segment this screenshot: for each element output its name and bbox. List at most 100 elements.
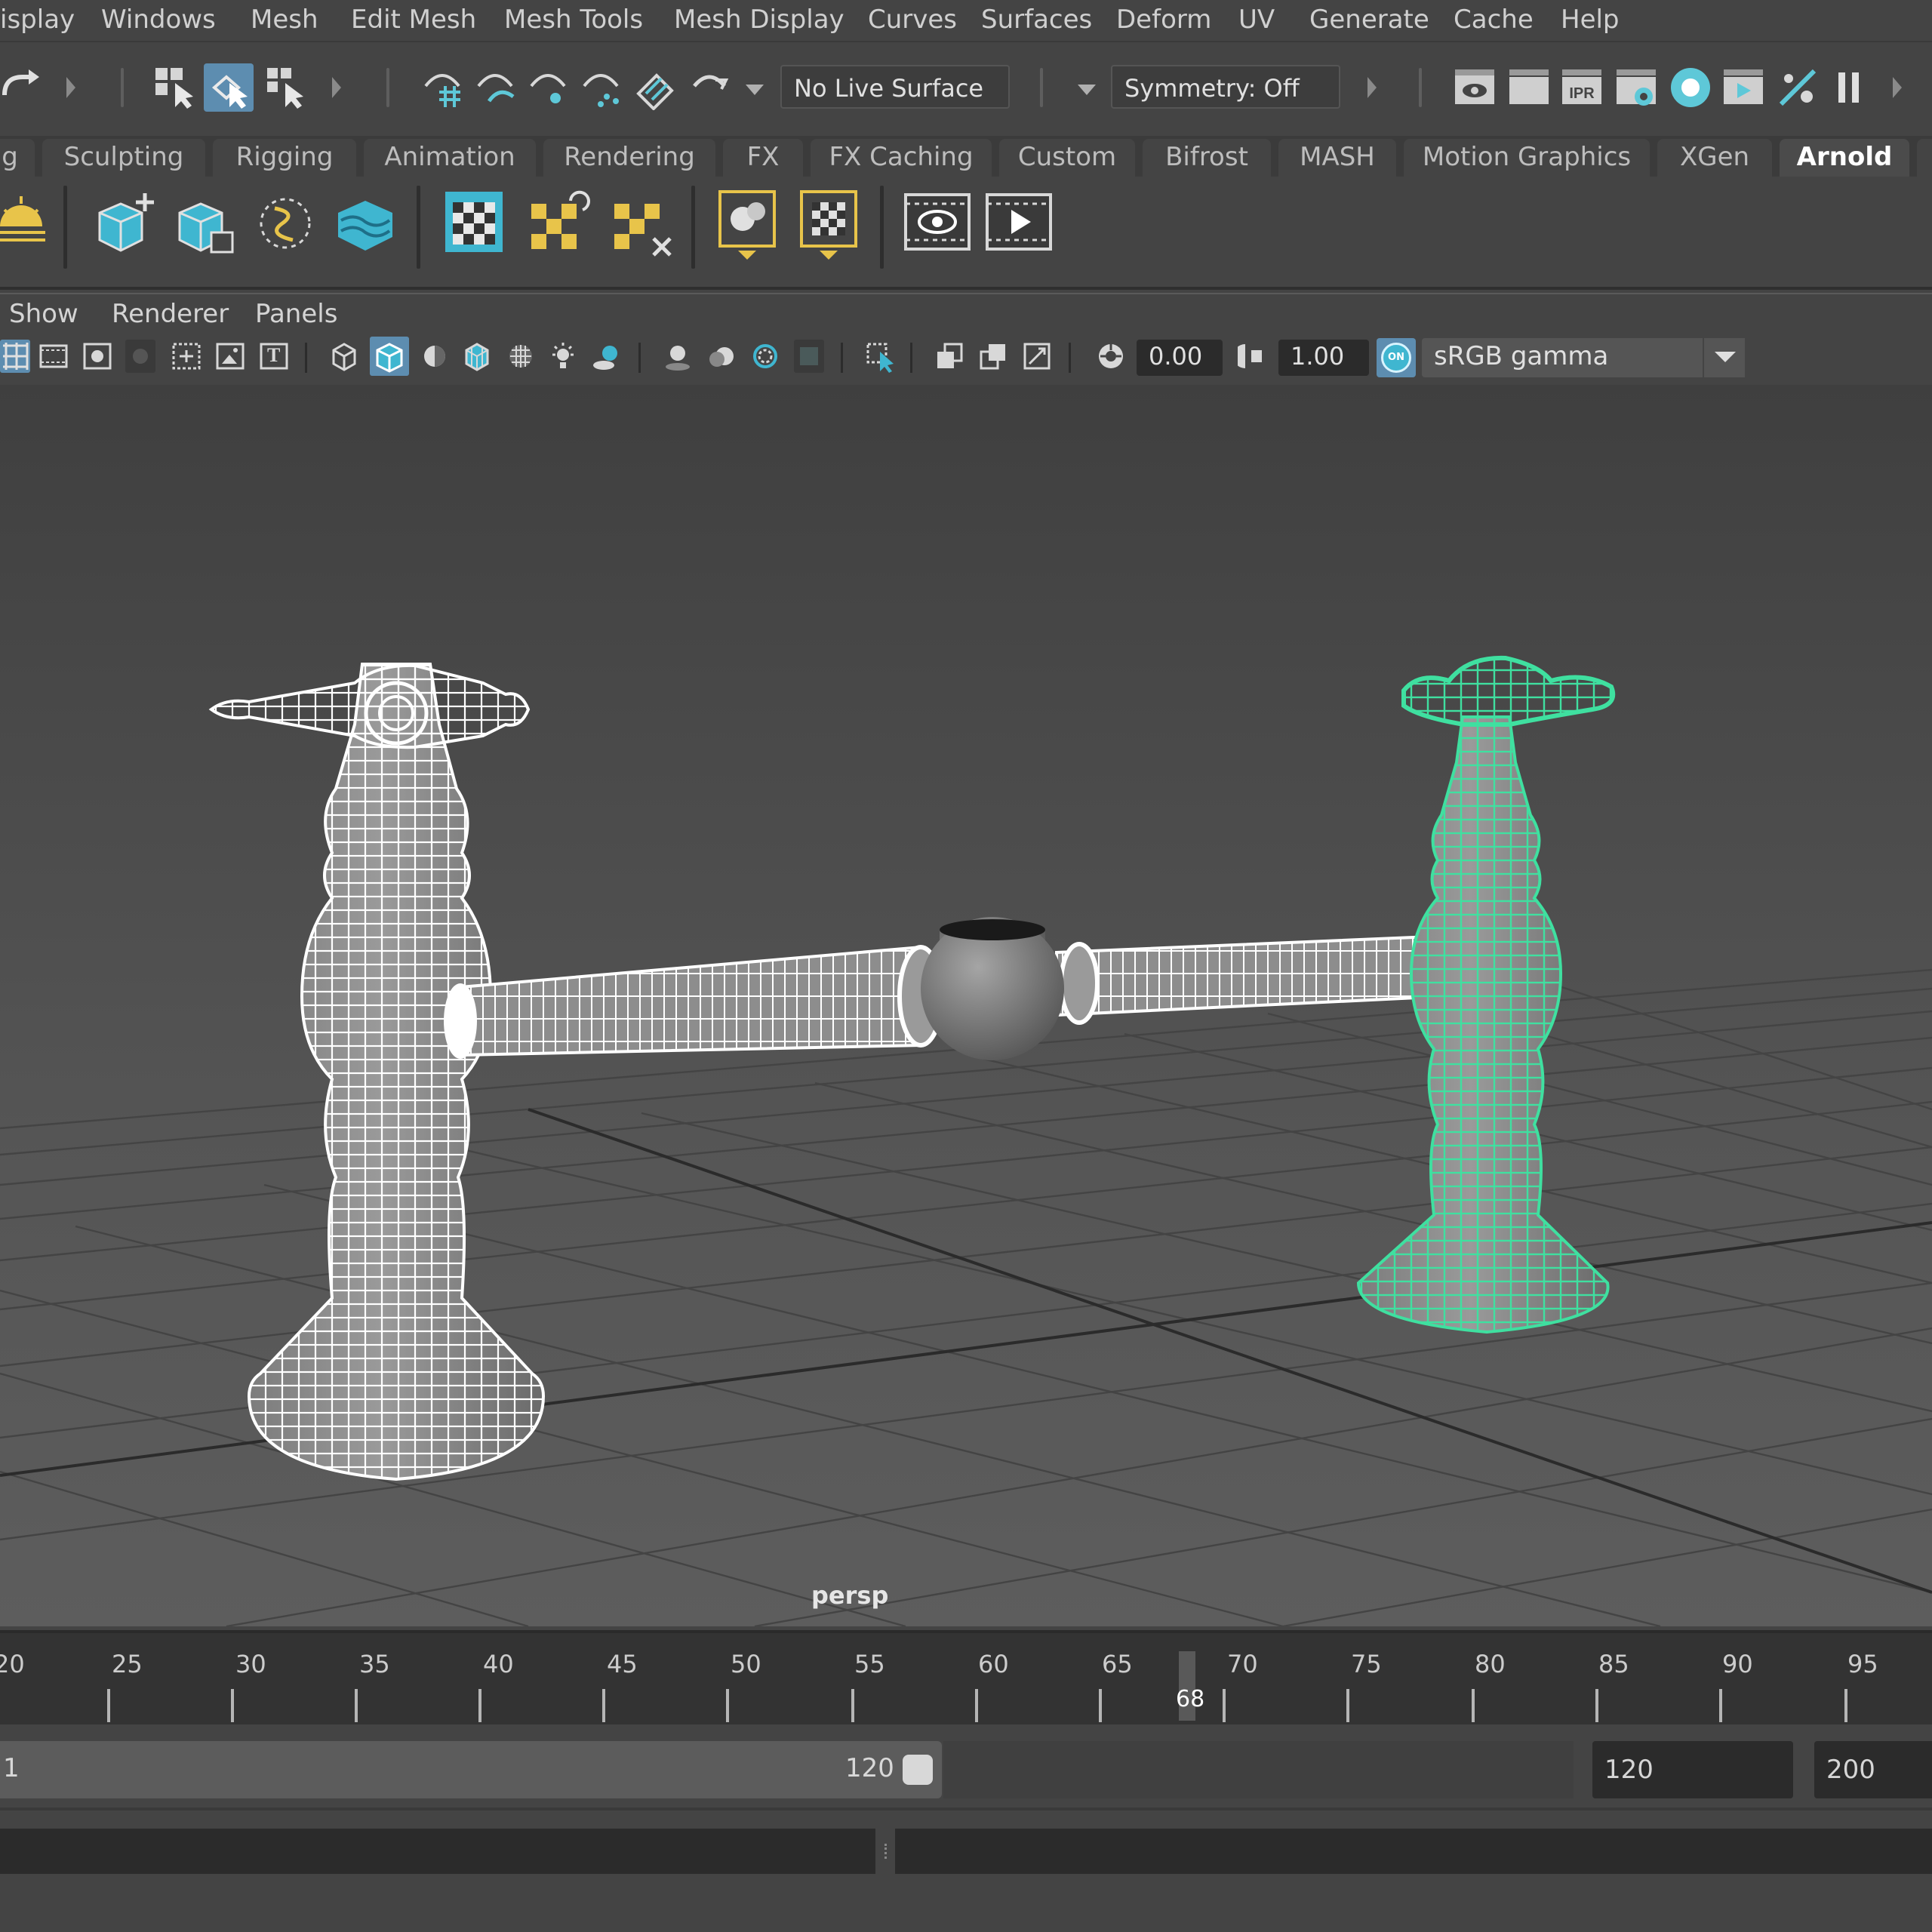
colorspace-dropdown-button[interactable] (1703, 338, 1745, 377)
shadows-icon[interactable] (592, 340, 622, 373)
screen-space-ao-icon[interactable] (663, 340, 693, 373)
motion-blur-icon[interactable] (706, 340, 737, 373)
material-assign-icon[interactable] (717, 189, 780, 264)
snap-curve-icon[interactable] (472, 63, 519, 110)
magnet-icon[interactable] (687, 63, 734, 110)
grid-toggle-button[interactable] (0, 340, 30, 373)
collapse-grip[interactable] (66, 77, 75, 98)
collapse-grip[interactable] (1367, 77, 1377, 98)
max-frame-field[interactable]: 200 (1814, 1741, 1932, 1798)
chevron-down-icon[interactable] (746, 85, 764, 95)
menu-mesh-display[interactable]: Mesh Display (674, 5, 844, 35)
snap-view-plane-icon[interactable] (578, 63, 625, 110)
menu-show[interactable]: Show (9, 299, 78, 329)
safe-action-icon[interactable] (214, 340, 245, 373)
tab-animation[interactable]: Animation (364, 139, 536, 177)
range-slider[interactable]: 1 120 (0, 1741, 942, 1798)
menu-curves[interactable]: Curves (868, 5, 957, 35)
delete-cache-icon[interactable] (610, 189, 678, 261)
select-by-object-button[interactable] (204, 63, 254, 112)
depth-of-field-button[interactable] (794, 340, 824, 373)
menu-mesh-tools[interactable]: Mesh Tools (504, 5, 643, 35)
animation-end-field[interactable]: 120 (1592, 1741, 1793, 1798)
menu-edit-mesh[interactable]: Edit Mesh (351, 5, 476, 35)
snap-point-icon[interactable] (525, 63, 572, 110)
menu-renderer[interactable]: Renderer (112, 299, 229, 329)
select-by-hierarchy-icon[interactable] (152, 65, 198, 110)
gamma-icon[interactable] (1238, 340, 1268, 373)
default-material-icon[interactable] (420, 340, 450, 373)
symmetry-field[interactable]: Symmetry: Off (1111, 65, 1340, 109)
xray-icon[interactable] (934, 340, 964, 373)
tab-rigging[interactable]: Rigging (213, 139, 356, 177)
colorspace-dropdown[interactable]: sRGB gamma (1422, 338, 1745, 377)
resolution-gate-icon[interactable] (82, 340, 112, 373)
playblast-icon[interactable] (1721, 66, 1766, 109)
collapse-grip[interactable] (332, 77, 341, 98)
render-icon[interactable] (1506, 66, 1552, 109)
menu-surfaces[interactable]: Surfaces (981, 5, 1092, 35)
redo-icon[interactable] (0, 65, 45, 110)
live-surface-field[interactable]: No Live Surface (780, 65, 1010, 109)
safe-title-button[interactable]: T (258, 340, 288, 373)
menu-uv[interactable]: UV (1238, 5, 1275, 35)
multisample-aa-icon[interactable] (750, 340, 780, 373)
smooth-shade-button[interactable] (370, 337, 409, 376)
render-view-icon[interactable] (1452, 66, 1497, 109)
curve-collector-icon[interactable] (252, 190, 320, 258)
render-settings-icon[interactable] (1614, 66, 1659, 109)
tab-sculpting[interactable]: Sculpting (42, 139, 205, 177)
tab-custom[interactable]: Custom (999, 139, 1135, 177)
shader-checker-icon[interactable] (798, 189, 862, 264)
tab-overflow[interactable] (1917, 139, 1932, 177)
menu-panels[interactable]: Panels (255, 299, 337, 329)
arnold-render-icon[interactable] (1775, 65, 1820, 110)
tab-bifrost[interactable]: Bifrost (1143, 139, 1271, 177)
xray-joints-icon[interactable] (978, 340, 1008, 373)
chevron-down-icon[interactable] (1078, 85, 1096, 95)
menu-display[interactable]: isplay (0, 5, 75, 35)
view-render-icon[interactable] (903, 192, 972, 252)
xray-components-icon[interactable] (1022, 340, 1052, 373)
exposure-field[interactable]: 0.00 (1137, 340, 1223, 376)
tab-g[interactable]: g (0, 139, 35, 177)
ipr-render-icon[interactable]: IPR (1559, 66, 1604, 109)
textured-icon[interactable] (506, 340, 536, 373)
tab-mash[interactable]: MASH (1278, 139, 1396, 177)
range-end-handle[interactable] (903, 1755, 933, 1785)
tab-fx[interactable]: FX (723, 139, 803, 177)
collapse-grip[interactable] (1893, 77, 1902, 98)
tab-xgen[interactable]: XGen (1657, 139, 1772, 177)
flush-cache-icon[interactable] (527, 189, 595, 257)
command-input[interactable] (0, 1829, 875, 1874)
menu-deform[interactable]: Deform (1116, 5, 1211, 35)
snap-live-icon[interactable] (631, 63, 678, 110)
color-management-toggle[interactable]: ON (1377, 338, 1416, 377)
tab-fx-caching[interactable]: FX Caching (811, 139, 992, 177)
texture-manager-icon[interactable] (442, 189, 506, 257)
standin-icon[interactable] (172, 190, 240, 258)
volume-icon[interactable] (332, 190, 400, 258)
menu-generate[interactable]: Generate (1309, 5, 1429, 35)
select-by-component-icon[interactable] (264, 65, 309, 110)
time-slider[interactable]: 20 25 30 35 40 45 50 55 60 65 70 75 80 8… (0, 1630, 1932, 1724)
isolate-select-icon[interactable] (865, 340, 895, 373)
film-gate-icon[interactable] (38, 340, 68, 373)
field-chart-icon[interactable] (171, 340, 201, 373)
menu-help[interactable]: Help (1561, 5, 1620, 35)
snap-grid-icon[interactable] (420, 63, 466, 110)
use-lights-icon[interactable] (548, 340, 578, 373)
gamma-field[interactable]: 1.00 (1278, 340, 1369, 376)
tab-rendering[interactable]: Rendering (543, 139, 715, 177)
skydome-light-icon[interactable] (0, 193, 50, 254)
menu-mesh[interactable]: Mesh (251, 5, 318, 35)
splitter-handle[interactable] (884, 1844, 890, 1859)
menu-cache[interactable]: Cache (1454, 5, 1534, 35)
exposure-icon[interactable] (1096, 340, 1126, 373)
perspective-viewport[interactable]: persp (0, 385, 1932, 1626)
tab-arnold[interactable]: Arnold (1780, 139, 1909, 177)
gate-mask-button[interactable] (125, 340, 155, 373)
wireframe-on-shaded-icon[interactable] (462, 340, 492, 373)
create-mesh-icon[interactable] (92, 190, 160, 258)
hypershade-icon[interactable] (1668, 65, 1713, 110)
